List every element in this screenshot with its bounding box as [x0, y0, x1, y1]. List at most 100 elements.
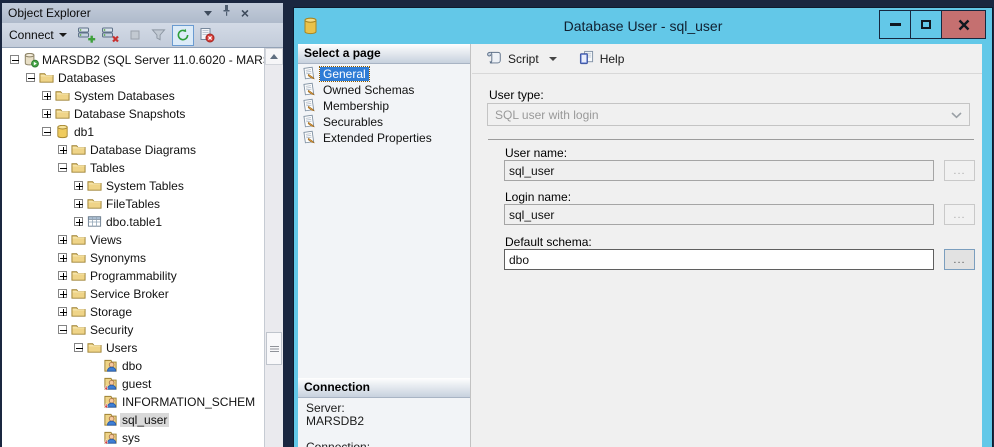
connect-button[interactable]: Connect [2, 28, 74, 42]
tree-item-label: Storage [88, 305, 134, 319]
collapse-icon[interactable] [58, 163, 67, 172]
tree-row[interactable]: INFORMATION_SCHEM [2, 393, 264, 411]
expand-icon[interactable] [58, 145, 67, 154]
tree-row[interactable]: Storage [2, 303, 264, 321]
tree-row[interactable]: MARSDB2 (SQL Server 11.0.6020 - MARSD [2, 51, 264, 69]
refresh-icon[interactable] [172, 25, 194, 46]
tree-row[interactable]: db1 [2, 123, 264, 141]
dialog-titlebar[interactable]: Database User - sql_user [294, 8, 992, 44]
expand-icon[interactable] [74, 181, 83, 190]
tree-item-label: Programmability [88, 269, 179, 283]
stop-icon[interactable] [124, 25, 146, 46]
object-explorer-scrollbar[interactable] [264, 48, 283, 447]
collapse-icon[interactable] [10, 55, 19, 64]
object-explorer-titlebar[interactable]: Object Explorer × [2, 3, 283, 23]
user-icon [103, 412, 119, 428]
object-explorer-panel: Object Explorer × Connect MARSDB2 (SQL S… [0, 0, 285, 447]
tree-row[interactable]: Database Snapshots [2, 105, 264, 123]
folder-icon [39, 70, 55, 86]
server-value: MARSDB2 [306, 414, 364, 428]
script-button[interactable]: Script [479, 47, 567, 71]
expand-icon[interactable] [58, 289, 67, 298]
help-button[interactable]: Help [573, 47, 631, 71]
collapse-icon[interactable] [26, 73, 35, 82]
tree-item-label: Tables [88, 161, 127, 175]
filter-icon[interactable] [148, 25, 170, 46]
script-error-icon[interactable] [196, 25, 218, 46]
user-name-browse-button[interactable]: ... [944, 160, 975, 181]
expand-icon[interactable] [42, 91, 51, 100]
tree-row[interactable]: Users [2, 339, 264, 357]
disconnect-server-icon[interactable] [100, 25, 122, 46]
user-name-input[interactable] [504, 160, 934, 181]
tree-row[interactable]: Views [2, 231, 264, 249]
page-icon [302, 66, 316, 83]
collapse-icon[interactable] [74, 343, 83, 352]
folder-icon [87, 196, 103, 212]
tree-item-label: FileTables [104, 197, 162, 211]
object-explorer-tree: MARSDB2 (SQL Server 11.0.6020 - MARSDDat… [2, 48, 264, 447]
tree-item-label: Views [88, 233, 124, 247]
user-type-value: SQL user with login [495, 108, 599, 122]
login-name-browse-button[interactable]: ... [944, 204, 975, 225]
login-name-input[interactable] [504, 204, 934, 225]
expand-icon[interactable] [74, 217, 83, 226]
default-schema-browse-button[interactable]: ... [944, 249, 975, 270]
object-explorer-toolbar: Connect [2, 23, 283, 48]
tree-row[interactable]: FileTables [2, 195, 264, 213]
tree-row[interactable]: Database Diagrams [2, 141, 264, 159]
tree-item-label: Synonyms [88, 251, 148, 265]
page-item-general[interactable]: General [298, 66, 470, 82]
tree-row[interactable]: System Tables [2, 177, 264, 195]
user-type-combobox[interactable]: SQL user with login [487, 103, 970, 126]
user-name-label: User name: [505, 146, 567, 160]
minimize-button[interactable] [879, 10, 911, 39]
tree-row[interactable]: dbo [2, 357, 264, 375]
close-button[interactable] [941, 10, 986, 39]
page-item-label: General [320, 67, 369, 81]
tree-row[interactable]: sys [2, 429, 264, 447]
maximize-button[interactable] [910, 10, 942, 39]
page-item-label: Membership [320, 99, 392, 113]
page-icon [302, 98, 316, 115]
help-label: Help [600, 52, 625, 66]
page-item-label: Owned Schemas [320, 83, 417, 97]
folder-icon [71, 142, 87, 158]
page-item-owned-schemas[interactable]: Owned Schemas [298, 82, 470, 98]
script-label: Script [508, 52, 539, 66]
tree-row[interactable]: Tables [2, 159, 264, 177]
expand-icon[interactable] [74, 199, 83, 208]
script-icon [485, 50, 502, 68]
tree-row[interactable]: guest [2, 375, 264, 393]
close-icon[interactable]: × [241, 7, 249, 19]
tree-row[interactable]: Databases [2, 69, 264, 87]
expand-icon[interactable] [58, 271, 67, 280]
window-position-icon[interactable] [204, 11, 212, 16]
tree-row[interactable]: Security [2, 321, 264, 339]
chevron-down-icon[interactable] [549, 57, 557, 61]
tree-item-label: Service Broker [88, 287, 171, 301]
tree-row[interactable]: Programmability [2, 267, 264, 285]
page-item-extended-properties[interactable]: Extended Properties [298, 130, 470, 146]
pin-icon[interactable] [221, 4, 232, 22]
tree-row[interactable]: sql_user [2, 411, 264, 429]
expand-icon[interactable] [58, 235, 67, 244]
default-schema-input[interactable] [504, 249, 934, 270]
collapse-icon[interactable] [42, 127, 51, 136]
tree-row[interactable]: Synonyms [2, 249, 264, 267]
add-server-icon[interactable] [76, 25, 98, 46]
page-item-membership[interactable]: Membership [298, 98, 470, 114]
tree-row[interactable]: System Databases [2, 87, 264, 105]
collapse-icon[interactable] [58, 325, 67, 334]
tree-row[interactable]: Service Broker [2, 285, 264, 303]
tree-row[interactable]: dbo.table1 [2, 213, 264, 231]
scrollbar-thumb[interactable] [266, 332, 282, 365]
expand-icon[interactable] [42, 109, 51, 118]
scroll-up-button[interactable] [265, 48, 283, 65]
folder-icon [55, 88, 71, 104]
folder-icon [71, 304, 87, 320]
page-item-securables[interactable]: Securables [298, 114, 470, 130]
expand-icon[interactable] [58, 307, 67, 316]
folder-icon [71, 286, 87, 302]
expand-icon[interactable] [58, 253, 67, 262]
